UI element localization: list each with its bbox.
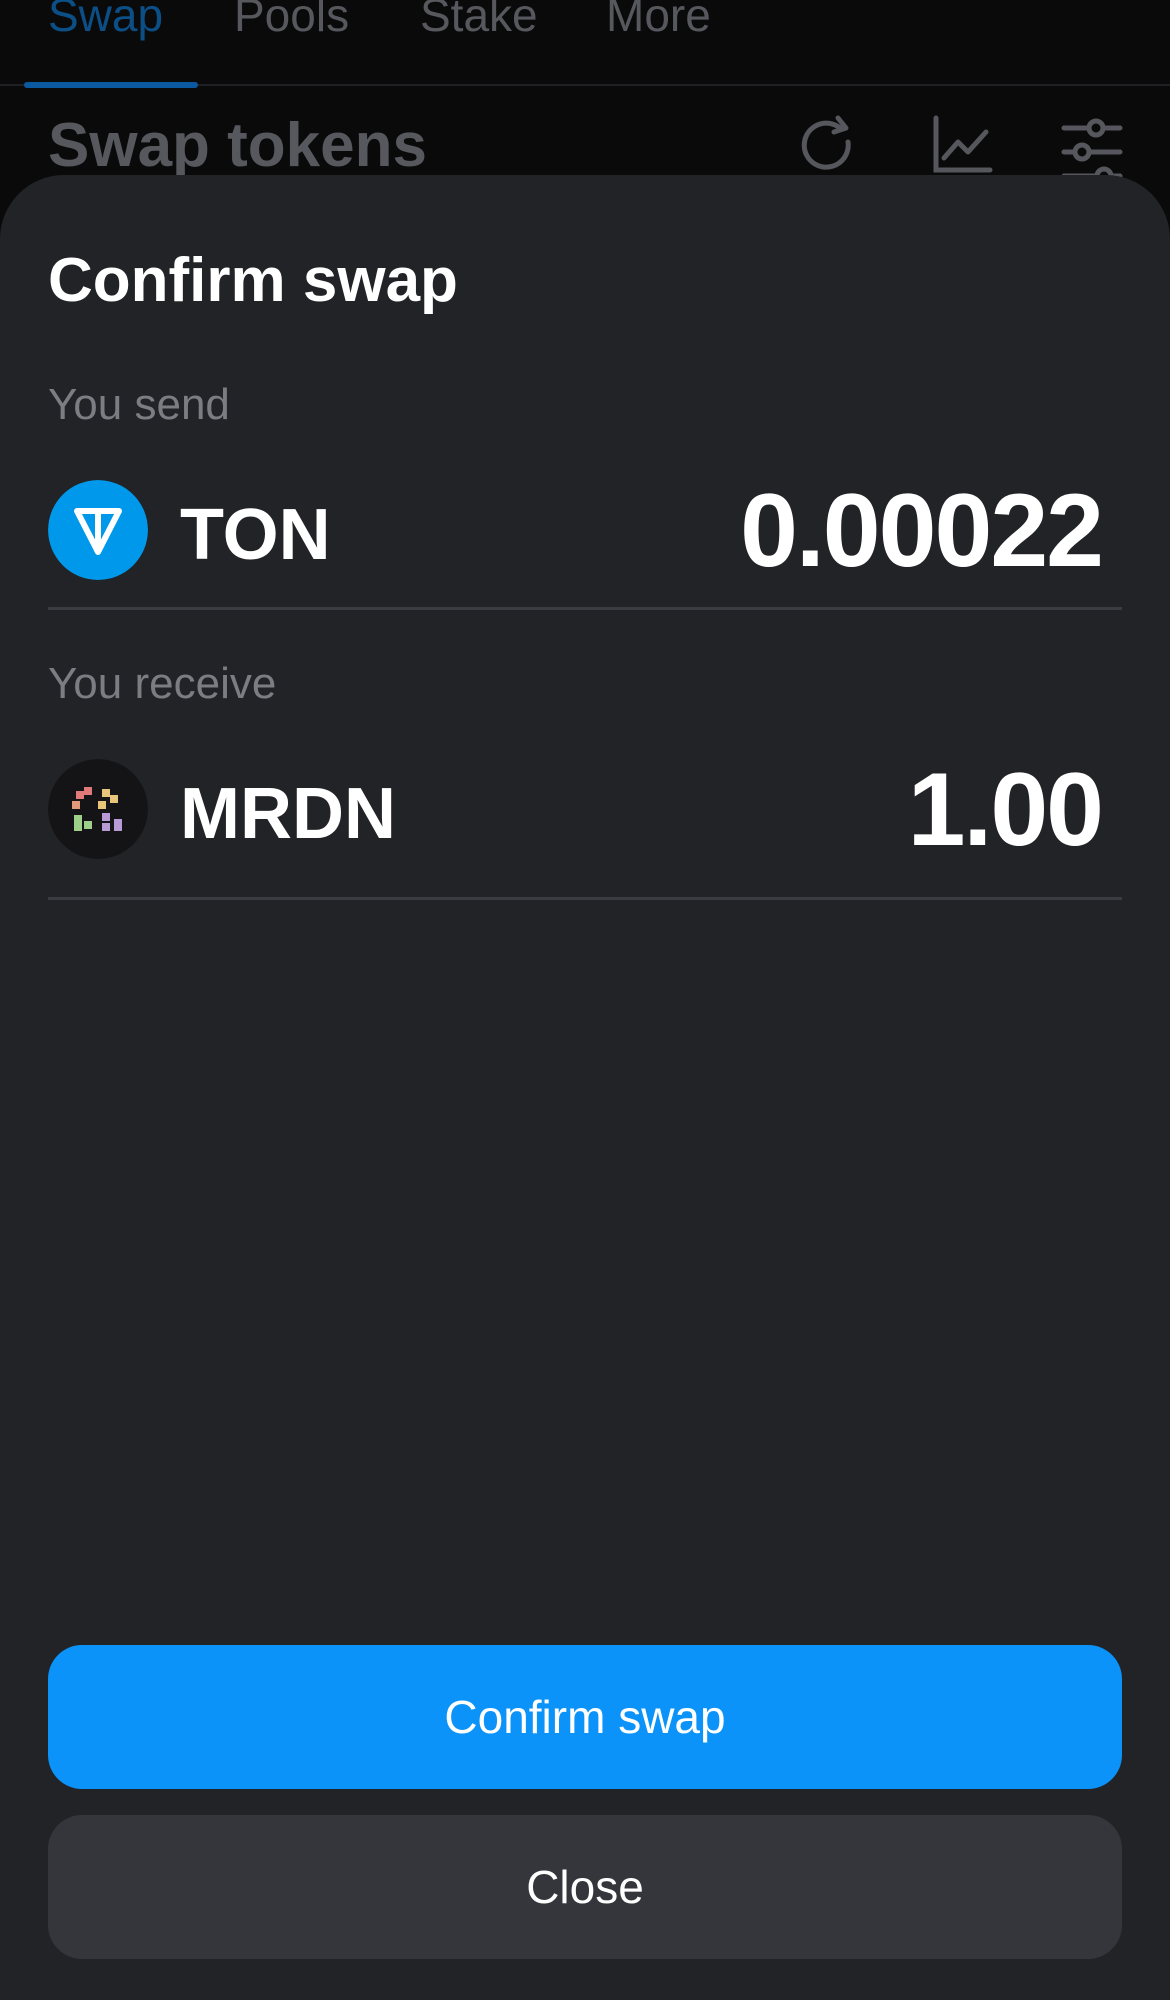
tab-more[interactable]: More	[606, 0, 711, 42]
settings-sliders-icon[interactable]	[1060, 114, 1124, 178]
tab-pools[interactable]: Pools	[234, 0, 349, 42]
active-tab-indicator	[24, 82, 198, 88]
mrdn-logo-icon	[48, 759, 148, 859]
receive-row: MRDN 1.00	[48, 749, 1122, 869]
send-row: TON 0.00022	[48, 470, 1122, 590]
page-title: Swap tokens	[48, 111, 427, 180]
send-caption: You send	[48, 380, 230, 429]
confirm-swap-sheet: Confirm swap You send TON 0.00022 You re…	[0, 175, 1170, 2000]
confirm-swap-button[interactable]: Confirm swap	[48, 1645, 1122, 1789]
receive-divider	[48, 897, 1122, 900]
receive-token-symbol: MRDN	[180, 774, 396, 854]
receive-caption: You receive	[48, 659, 277, 708]
refresh-icon[interactable]	[796, 114, 860, 178]
close-button[interactable]: Close	[48, 1815, 1122, 1959]
send-divider	[48, 607, 1122, 610]
send-token-symbol: TON	[180, 495, 331, 575]
tab-stake[interactable]: Stake	[420, 0, 538, 42]
receive-amount: 1.00	[907, 752, 1104, 868]
tab-swap[interactable]: Swap	[48, 0, 163, 42]
ton-logo-icon	[48, 480, 148, 580]
send-amount: 0.00022	[740, 473, 1104, 589]
sheet-title: Confirm swap	[48, 246, 458, 315]
chart-icon[interactable]	[930, 114, 994, 178]
top-tab-bar: Swap Pools Stake More	[0, 0, 1170, 88]
